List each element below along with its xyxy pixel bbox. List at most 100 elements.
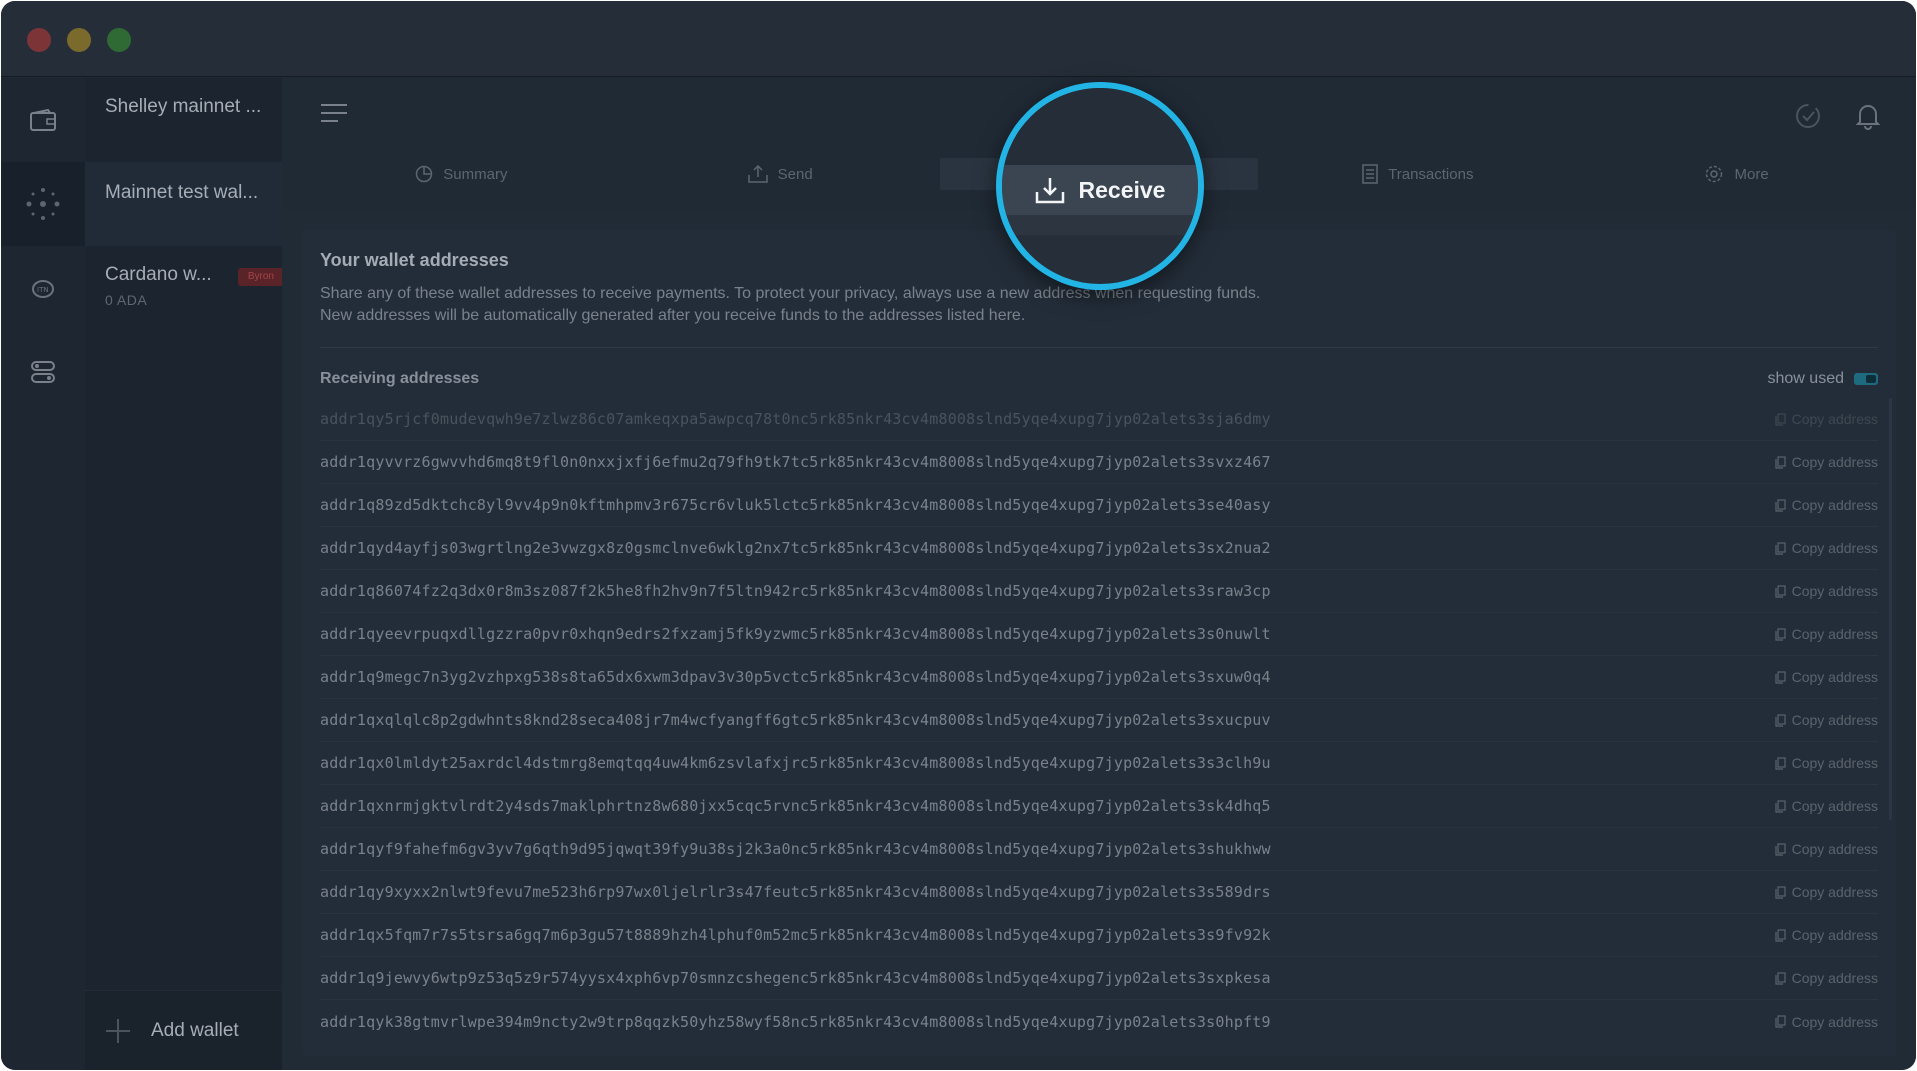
copy-icon bbox=[1775, 455, 1786, 469]
nav-itn-rewards[interactable]: ITN bbox=[1, 246, 85, 330]
magnified-receive-tab[interactable]: Receive bbox=[1002, 165, 1198, 215]
copy-address-button[interactable]: Copy address bbox=[1775, 755, 1878, 771]
copy-address-label: Copy address bbox=[1791, 755, 1878, 771]
copy-address-button[interactable]: Copy address bbox=[1775, 540, 1878, 556]
copy-icon bbox=[1775, 713, 1786, 727]
show-used-control: show used bbox=[1767, 370, 1878, 388]
copy-address-button[interactable]: Copy address bbox=[1775, 669, 1878, 685]
nav-wallets[interactable] bbox=[1, 78, 85, 162]
wallet-icon bbox=[30, 109, 56, 131]
copy-icon bbox=[1775, 412, 1786, 426]
wallet-address[interactable]: addr1qxqlqlc8p2gdwhnts8knd28seca408jr7m4… bbox=[320, 711, 1271, 729]
address-row: addr1q9megc7n3yg2vzhpxg538s8ta65dx6xwm3d… bbox=[320, 656, 1878, 699]
copy-address-label: Copy address bbox=[1791, 454, 1878, 470]
wallet-address[interactable]: addr1qx0lmldyt25axrdcl4dstmrg8emqtqq4uw4… bbox=[320, 754, 1271, 772]
copy-icon bbox=[1775, 799, 1786, 813]
copy-address-button[interactable]: Copy address bbox=[1775, 583, 1878, 599]
wallet-address[interactable]: addr1q89zd5dktchc8yl9vv4p9n0kftmhpmv3r67… bbox=[320, 496, 1271, 514]
copy-address-label: Copy address bbox=[1791, 927, 1878, 943]
wallet-name: Cardano w... bbox=[105, 264, 212, 285]
wallet-name: Shelley mainnet ... bbox=[105, 96, 262, 117]
divider bbox=[320, 347, 1878, 348]
notifications-button[interactable] bbox=[1855, 102, 1881, 135]
tab-transactions[interactable]: Transactions bbox=[1258, 158, 1577, 190]
wallet-address[interactable]: addr1qyvvrz6gwvvhd6mq8t9fl0n0nxxjxfj6efm… bbox=[320, 453, 1271, 471]
scrollbar[interactable] bbox=[1889, 398, 1892, 820]
address-row: addr1qyeevrpuqxdllgzzra0pvr0xhqn9edrs2fx… bbox=[320, 613, 1878, 656]
sync-check-icon bbox=[1796, 104, 1820, 128]
wallet-address[interactable]: addr1qy5rjcf0mudevqwh9e7zlwz86c07amkeqxp… bbox=[320, 410, 1271, 428]
tab-send[interactable]: Send bbox=[621, 158, 940, 190]
copy-address-label: Copy address bbox=[1791, 884, 1878, 900]
nav-settings[interactable] bbox=[1, 330, 85, 414]
wallet-address[interactable]: addr1qx5fqm7r7s5tsrsa6gq7m6p3gu57t8889hz… bbox=[320, 926, 1271, 944]
copy-icon bbox=[1775, 627, 1786, 641]
wallet-address[interactable]: addr1qy9xyxx2nlwt9fevu7me523h6rp97wx0lje… bbox=[320, 883, 1271, 901]
show-used-toggle[interactable] bbox=[1854, 373, 1878, 385]
address-row: addr1qxnrmjgktvlrdt2y4sds7maklphrtnz8w68… bbox=[320, 785, 1878, 828]
app-window: ITN Shelley mainnet ... Mainnet test wal… bbox=[1, 1, 1916, 1070]
copy-address-label: Copy address bbox=[1791, 540, 1878, 556]
copy-address-button[interactable]: Copy address bbox=[1775, 927, 1878, 943]
copy-address-button[interactable]: Copy address bbox=[1775, 841, 1878, 857]
wallet-address[interactable]: addr1qyeevrpuqxdllgzzra0pvr0xhqn9edrs2fx… bbox=[320, 625, 1271, 643]
gear-icon bbox=[1706, 165, 1723, 183]
copy-icon bbox=[1775, 842, 1786, 856]
address-row: addr1qx5fqm7r7s5tsrsa6gq7m6p3gu57t8889hz… bbox=[320, 914, 1878, 957]
wallet-item-mainnet-test[interactable]: Mainnet test wal... bbox=[85, 162, 282, 246]
copy-address-button[interactable]: Copy address bbox=[1775, 626, 1878, 642]
transactions-icon bbox=[1362, 164, 1378, 184]
copy-address-button[interactable]: Copy address bbox=[1775, 411, 1878, 427]
wallet-address[interactable]: addr1q9jewvy6wtp9z53q5z9r574yysx4xph6vp7… bbox=[320, 969, 1271, 987]
wallet-address[interactable]: addr1qyk38gtmvrlwpe394m9ncty2w9trp8qqzk5… bbox=[320, 1013, 1271, 1031]
address-row: addr1qy9xyxx2nlwt9fevu7me523h6rp97wx0lje… bbox=[320, 871, 1878, 914]
copy-icon bbox=[1775, 670, 1786, 684]
wallet-item-cardano[interactable]: Cardano w... 0 ADA Byron bbox=[85, 246, 282, 330]
bell-icon bbox=[1855, 105, 1881, 130]
description-line-2: New addresses will be automatically gene… bbox=[320, 307, 1026, 324]
minimize-window-button[interactable] bbox=[67, 28, 91, 52]
wallet-address[interactable]: addr1q86074fz2q3dx0r8m3sz087f2k5he8fh2hv… bbox=[320, 582, 1271, 600]
tab-summary[interactable]: Summary bbox=[302, 158, 621, 190]
copy-address-label: Copy address bbox=[1791, 583, 1878, 599]
tab-summary-label: Summary bbox=[443, 165, 508, 183]
title-bar bbox=[1, 1, 1916, 77]
receive-tab-magnifier[interactable]: Receive bbox=[996, 82, 1204, 290]
wallet-address[interactable]: addr1qyf9fahefm6gv3yv7g6qth9d95jqwqt39fy… bbox=[320, 840, 1271, 858]
show-used-label: show used bbox=[1767, 370, 1845, 387]
add-wallet-button[interactable]: Add wallet bbox=[85, 990, 282, 1070]
add-wallet-label: Add wallet bbox=[151, 1019, 239, 1041]
wallet-address[interactable]: addr1qyd4ayfjs03wgrtlng2e3vwzgx8z0gsmcln… bbox=[320, 539, 1271, 557]
copy-address-label: Copy address bbox=[1791, 712, 1878, 728]
plus-icon bbox=[106, 1018, 130, 1043]
tab-send-label: Send bbox=[777, 165, 813, 183]
copy-address-button[interactable]: Copy address bbox=[1775, 454, 1878, 470]
wallet-item-shelley[interactable]: Shelley mainnet ... bbox=[85, 78, 282, 162]
copy-icon bbox=[1775, 928, 1786, 942]
copy-address-button[interactable]: Copy address bbox=[1775, 712, 1878, 728]
copy-address-button[interactable]: Copy address bbox=[1775, 497, 1878, 513]
piggy-bank-icon: ITN bbox=[32, 280, 54, 298]
wallet-address[interactable]: addr1q9megc7n3yg2vzhpxg538s8ta65dx6xwm3d… bbox=[320, 668, 1271, 686]
copy-address-label: Copy address bbox=[1791, 798, 1878, 814]
receive-panel: Your wallet addresses Share any of these… bbox=[302, 230, 1896, 1056]
close-window-button[interactable] bbox=[27, 28, 51, 52]
toggles-icon bbox=[31, 361, 55, 383]
address-row: addr1qx0lmldyt25axrdcl4dstmrg8emqtqq4uw4… bbox=[320, 742, 1878, 785]
copy-address-button[interactable]: Copy address bbox=[1775, 970, 1878, 986]
copy-address-button[interactable]: Copy address bbox=[1775, 884, 1878, 900]
nav-staking[interactable] bbox=[1, 162, 85, 246]
maximize-window-button[interactable] bbox=[107, 28, 131, 52]
copy-address-button[interactable]: Copy address bbox=[1775, 798, 1878, 814]
tab-more[interactable]: More bbox=[1577, 158, 1896, 190]
copy-address-button[interactable]: Copy address bbox=[1775, 1014, 1878, 1030]
copy-address-label: Copy address bbox=[1791, 497, 1878, 513]
receive-icon bbox=[1035, 178, 1064, 204]
address-row: addr1qy5rjcf0mudevqwh9e7zlwz86c07amkeqxp… bbox=[320, 398, 1878, 441]
copy-address-label: Copy address bbox=[1791, 411, 1878, 427]
address-row: addr1qxqlqlc8p2gdwhnts8knd28seca408jr7m4… bbox=[320, 699, 1878, 742]
receiving-addresses-title: Receiving addresses bbox=[320, 370, 480, 387]
sync-status-button[interactable] bbox=[1794, 102, 1822, 135]
magnified-receive-label: Receive bbox=[1078, 176, 1166, 203]
wallet-address[interactable]: addr1qxnrmjgktvlrdt2y4sds7maklphrtnz8w68… bbox=[320, 797, 1271, 815]
